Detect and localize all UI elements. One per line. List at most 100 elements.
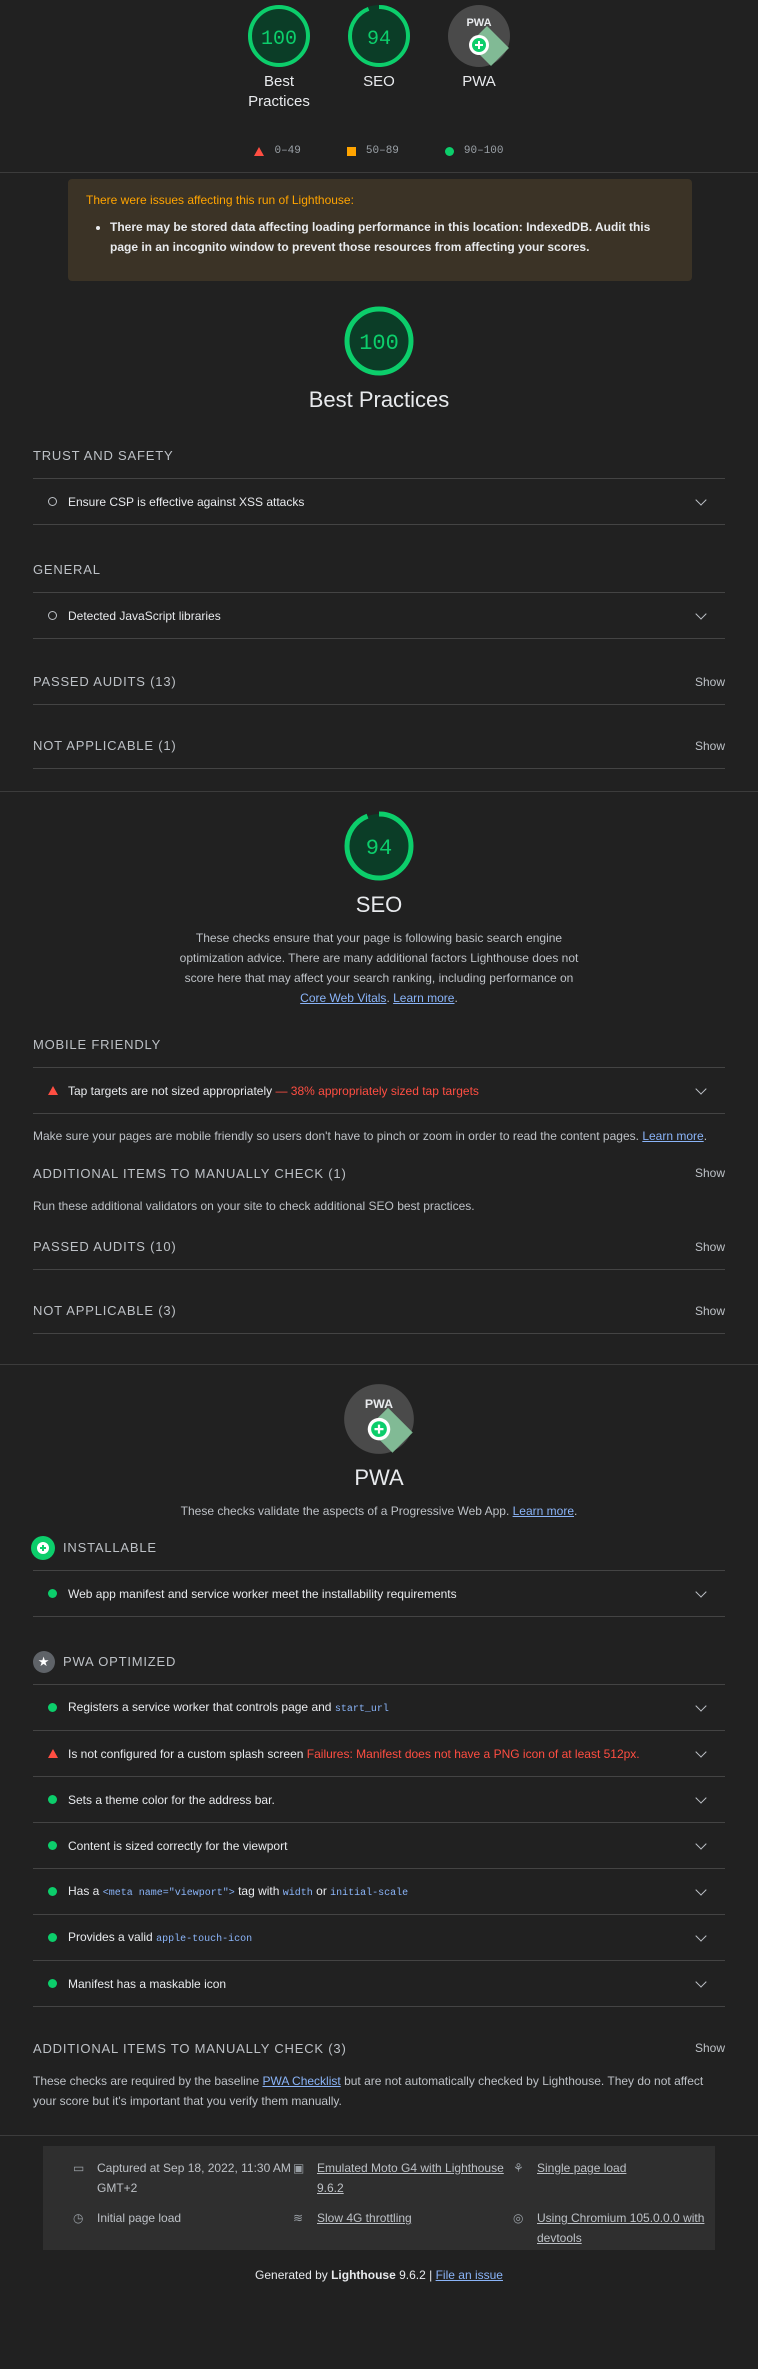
initial-page-load: ◷ Initial page load [73,2208,293,2248]
chevron-down-icon[interactable] [695,1585,707,1598]
gauge-score: 94 [366,836,392,861]
category-title: SEO [355,892,403,917]
manual-checks-toggle[interactable]: ADDITIONAL ITEMS TO MANUALLY CHECK (3) Sh… [33,2025,725,2071]
group-installable: Web app manifest and service worker meet… [33,1571,725,1617]
gauge-pwa[interactable]: PWA PWA [439,4,519,130]
installable-badge-icon [31,1535,55,1560]
generated-by: Generated by Lighthouse 9.6.2 | File an … [255,2268,503,2282]
divider [0,172,758,173]
triangle-icon [254,146,265,156]
gauge-seo[interactable]: 94 SEO [339,4,419,130]
network-throttling[interactable]: ≋ Slow 4G throttling [293,2208,513,2248]
chevron-down-icon[interactable] [695,1699,707,1712]
chevron-down-icon[interactable] [695,1082,707,1095]
gauge-score: 100 [359,331,399,356]
core-web-vitals-link[interactable]: Core Web Vitals [300,991,386,1005]
audit-content-width[interactable]: Content is sized correctly for the viewp… [33,1823,725,1869]
manual-description: These checks are required by the baselin… [33,2074,704,2108]
audit-service-worker[interactable]: Registers a service worker that controls… [33,1685,725,1731]
single-page-load[interactable]: ⚘ Single page load [513,2158,713,2198]
device-icon: ▣ [293,2161,305,2175]
pass-circle-icon [48,1933,57,1942]
gauge-score: 100 [261,28,297,51]
audit-theme-color[interactable]: Sets a theme color for the address bar. [33,1777,725,1823]
audit-manifest[interactable]: Web app manifest and service worker meet… [33,1571,725,1617]
show-button[interactable]: Show [695,675,725,689]
learn-more-link[interactable]: Learn more [513,1504,574,1518]
group-manual-seo: ADDITIONAL ITEMS TO MANUALLY CHECK (1) Sh… [33,1150,725,1196]
audit-meta-viewport[interactable]: Has a <meta name="viewport"> tag with wi… [33,1869,725,1915]
chevron-down-icon[interactable] [695,1929,707,1942]
gauge-ring: 94 [344,811,414,881]
legend-label: 50–89 [365,145,399,157]
legend-label: 0–49 [274,145,301,157]
chevron-down-icon[interactable] [695,1837,707,1850]
show-button[interactable]: Show [695,1166,725,1180]
group-optimized-title: ★ PWA OPTIMIZED [33,1639,725,1685]
pass-circle-icon [48,1979,57,1988]
show-button[interactable]: Show [695,739,725,753]
group-not-applicable: NOT APPLICABLE (1) Show [33,723,725,769]
gauge-ring: 94 [348,5,410,67]
best-practices-header: 100 Best Practices [0,305,758,413]
show-button[interactable]: Show [695,1304,725,1318]
group-installable-title: INSTALLABLE [31,1525,725,1571]
category-title: Best Practices [308,387,450,412]
pass-circle-icon [48,1841,57,1850]
audit-title: Web app manifest and service worker meet… [68,1586,457,1601]
captured-at: ▭ Captured at Sep 18, 2022, 11:30 AM GMT+… [73,2158,293,2198]
group-not-applicable: NOT APPLICABLE (3) Show [33,1288,725,1334]
gauge-label: PWA [462,73,496,90]
audit-maskable-icon[interactable]: Manifest has a maskable icon [33,1961,725,2007]
group-passed-audits: PASSED AUDITS (13) Show [33,659,725,705]
group-general: GENERAL Detected JavaScript libraries [33,547,725,639]
svg-text:PWA: PWA [365,1397,393,1411]
show-button[interactable]: Show [695,2041,725,2055]
group-passed-audits: PASSED AUDITS (10) Show [33,1224,725,1270]
group-manual-pwa: ADDITIONAL ITEMS TO MANUALLY CHECK (3) Sh… [33,2025,725,2071]
audit-splash-screen[interactable]: Is not configured for a custom splash sc… [33,1731,725,1777]
not-applicable-toggle[interactable]: NOT APPLICABLE (1) Show [33,723,725,769]
gauge-best-practices[interactable]: 100 Best Practices [239,4,319,130]
not-applicable-toggle[interactable]: NOT APPLICABLE (3) Show [33,1288,725,1334]
chevron-down-icon[interactable] [695,1745,707,1758]
chevron-down-icon[interactable] [695,1883,707,1896]
audit-title: Ensure CSP is effective against XSS atta… [68,494,305,509]
learn-more-link[interactable]: Learn more [393,991,454,1005]
audit-detail: — 38% appropriately sized tap targets [275,1083,479,1098]
gauge-ring: 100 [344,306,414,376]
learn-more-link[interactable]: Learn more [642,1129,703,1143]
chevron-down-icon[interactable] [695,1975,707,1988]
pwa-checklist-link[interactable]: PWA Checklist [262,2074,340,2088]
passed-audits-toggle[interactable]: PASSED AUDITS (10) Show [33,1224,725,1270]
emulated-device[interactable]: ▣ Emulated Moto G4 with Lighthouse 9.6.2 [293,2158,513,2198]
group-title: MOBILE FRIENDLY [33,1022,725,1068]
single-load-icon: ⚘ [513,2161,524,2175]
audit-tap-targets[interactable]: Tap targets are not sized appropriately … [33,1068,725,1114]
score-legend: 0–49 50–89 90–100 [0,130,758,172]
audit-apple-touch-icon[interactable]: Provides a valid apple-touch-icon [33,1915,725,1961]
chevron-down-icon[interactable] [695,493,707,506]
category-description: These checks ensure that your page is fo… [179,931,579,1005]
audit-js-libraries[interactable]: Detected JavaScript libraries [33,593,725,639]
runtime-settings: ▭ Captured at Sep 18, 2022, 11:30 AM GMT+… [43,2146,715,2250]
gauge-label: SEO [363,73,395,90]
audit-csp[interactable]: Ensure CSP is effective against XSS atta… [33,479,725,525]
manual-checks-toggle[interactable]: ADDITIONAL ITEMS TO MANUALLY CHECK (1) Sh… [33,1150,725,1196]
gauge-score: 94 [367,28,391,51]
group-trust-safety: TRUST AND SAFETY Ensure CSP is effective… [33,433,725,525]
seo-header: 94 SEO These checks ensure that your pag… [0,810,758,1008]
top-score-gauges: 100 Best Practices 94 SEO PWA PWA [0,0,758,130]
fail-triangle-icon [48,1086,58,1095]
passed-audits-toggle[interactable]: PASSED AUDITS (13) Show [33,659,725,705]
chevron-down-icon[interactable] [695,607,707,620]
runtime-warning: There were issues affecting this run of … [68,179,692,281]
square-icon [346,146,356,156]
category-description: These checks validate the aspects of a P… [180,1504,578,1518]
chevron-down-icon[interactable] [695,1791,707,1804]
warning-title: There were issues affecting this run of … [86,193,354,207]
file-issue-link[interactable]: File an issue [436,2268,503,2282]
circle-icon [444,146,454,156]
chromium-version[interactable]: ◎ Using Chromium 105.0.0.0 with devtools [513,2208,713,2248]
show-button[interactable]: Show [695,1240,725,1254]
